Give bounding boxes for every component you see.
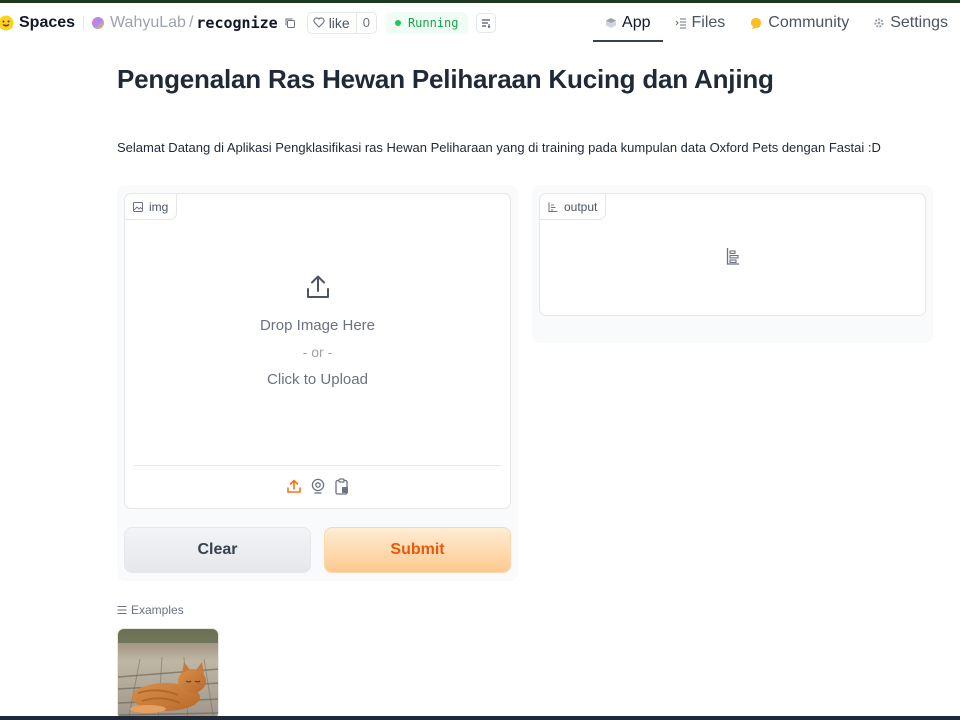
hf-header: Spaces WahyuLab / recognize like 0 Runni… (0, 3, 960, 42)
tab-community[interactable]: Community (737, 3, 861, 42)
tab-settings[interactable]: Settings (861, 3, 960, 42)
drop-image-text: Drop Image Here (259, 317, 376, 334)
image-input-label-text: img (149, 199, 169, 214)
status-badge[interactable]: Running (385, 11, 468, 34)
source-clipboard-button[interactable] (334, 477, 349, 495)
like-label: like (328, 14, 350, 31)
upload-icon (286, 479, 301, 493)
tab-app-label: App (622, 13, 651, 31)
empty-output-icon (726, 248, 739, 265)
like-button[interactable]: like 0 (306, 11, 377, 34)
status-dot-icon (394, 19, 401, 26)
example-item-cat-photo[interactable] (117, 628, 219, 720)
upload-icon (306, 275, 329, 298)
label-chart-icon (548, 202, 558, 212)
clear-button[interactable]: Clear (124, 527, 311, 573)
space-nav: App Files Community Settings (593, 3, 960, 42)
image-input[interactable]: img Drop Image Here - or - Click to Uplo… (124, 193, 511, 509)
source-upload-button[interactable] (286, 477, 301, 495)
output-label-text: output (564, 199, 598, 214)
source-webcam-button[interactable] (311, 477, 325, 495)
source-divider (134, 465, 501, 466)
examples-header: Examples (117, 603, 184, 617)
path-separator: / (188, 13, 194, 31)
submit-button[interactable]: Submit (324, 527, 511, 573)
output-panel: output (532, 185, 933, 343)
status-text: Running (407, 15, 459, 30)
cube-icon (606, 17, 617, 28)
header-divider (83, 15, 85, 30)
tab-community-label: Community (768, 13, 850, 31)
list-icon (117, 606, 127, 614)
page-title: Pengenalan Ras Hewan Peliharaan Kucing d… (117, 64, 774, 94)
webcam-icon (311, 478, 324, 494)
like-count: 0 (355, 12, 376, 33)
clipboard-icon (334, 477, 348, 495)
owner-link[interactable]: WahyuLab (110, 14, 186, 32)
tab-files[interactable]: Files (663, 3, 738, 42)
spaces-label: Spaces (19, 13, 76, 31)
or-text: - or - (302, 344, 333, 360)
tab-files-label: Files (691, 13, 726, 31)
page-description: Selamat Datang di Aplikasi Pengklasifika… (117, 140, 881, 155)
spaces-link[interactable]: Spaces (0, 3, 75, 42)
tab-app[interactable]: App (593, 3, 663, 42)
heart-icon (313, 17, 325, 28)
examples-label-text: Examples (131, 603, 184, 617)
logs-icon (481, 18, 490, 28)
copy-icon[interactable] (284, 17, 296, 29)
upload-dropzone[interactable]: Drop Image Here - or - Click to Upload (125, 274, 510, 393)
click-to-upload-text: Click to Upload (267, 371, 368, 388)
cat-photo-image (118, 629, 218, 719)
source-selector (125, 477, 510, 495)
community-icon (751, 17, 762, 29)
output-label: output (540, 194, 607, 220)
image-icon (133, 201, 143, 212)
image-input-label: img (125, 194, 178, 220)
owner-avatar[interactable] (92, 16, 105, 29)
bottom-edge-bar (0, 716, 960, 720)
gear-icon (874, 17, 884, 28)
input-panel: img Drop Image Here - or - Click to Uplo… (117, 185, 518, 581)
files-icon (675, 18, 686, 28)
repo-name[interactable]: recognize (196, 14, 277, 32)
output-block: output (539, 193, 926, 316)
tab-settings-label: Settings (890, 13, 948, 31)
hugging-face-logo-icon (0, 15, 14, 30)
logs-button[interactable] (475, 12, 496, 33)
